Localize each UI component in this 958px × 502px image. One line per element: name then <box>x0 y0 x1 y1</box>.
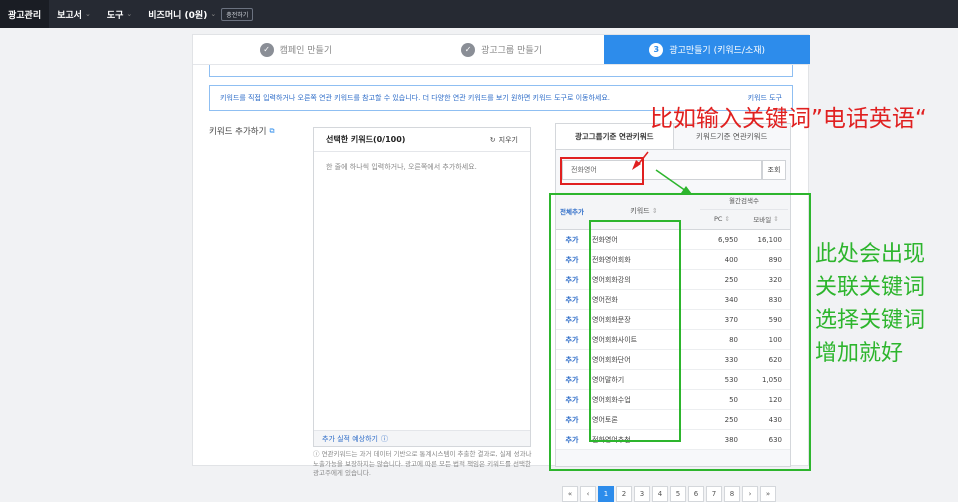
pagination: «‹ 1 2 3 4 5 6 7 8 ›» <box>562 486 776 502</box>
page-nav-button[interactable]: » <box>760 486 776 502</box>
annotation-line: 增加就好 <box>815 341 904 366</box>
page-button[interactable]: 8 <box>724 486 740 502</box>
page-button[interactable]: 5 <box>670 486 686 502</box>
page-button[interactable]: 7 <box>706 486 722 502</box>
page-nav-button[interactable]: « <box>562 486 578 502</box>
page-button[interactable]: 1 <box>598 486 614 502</box>
annotation-green-text: 此处会出现 关联关键词 选择关键词 增加就好 <box>815 238 925 370</box>
annotation-line: 关联关键词 <box>815 275 926 300</box>
page-button[interactable]: 2 <box>616 486 632 502</box>
annotation-line: 选择关键词 <box>815 308 926 333</box>
page-nav-button[interactable]: › <box>742 486 758 502</box>
page-button[interactable]: 6 <box>688 486 704 502</box>
green-arrow <box>655 169 687 192</box>
green-arrow-head <box>681 186 692 194</box>
annotation-line: 此处会出现 <box>815 242 926 267</box>
annotation-red-text: 比如输入关键词”电话英语“ <box>650 106 927 132</box>
page-button[interactable]: 3 <box>634 486 650 502</box>
page-nav-button[interactable]: ‹ <box>580 486 596 502</box>
page-button[interactable]: 4 <box>652 486 668 502</box>
